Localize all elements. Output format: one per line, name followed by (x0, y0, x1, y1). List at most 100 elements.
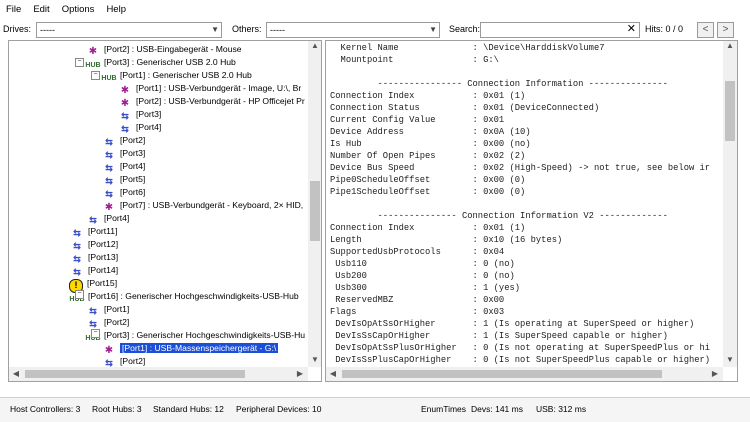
tree-node[interactable]: ! [Port15] (69, 277, 118, 293)
info-line: Mountpoint : G:\ (330, 55, 499, 65)
scroll-up-icon[interactable]: ▲ (308, 41, 321, 50)
tree-node[interactable]: HUB [Port16] : Generischer Hochgeschwindi… (69, 290, 299, 303)
status-enum-times: EnumTimes (421, 404, 467, 414)
drives-label: Drives: (3, 24, 32, 34)
tree-node[interactable]: HUB [Port3] : Generischer Hochgeschwindig… (85, 329, 305, 342)
menu-file[interactable]: File (0, 0, 27, 19)
tree-node[interactable]: ⇆[Port4] (85, 212, 129, 225)
info-line: Connection Status : 0x01 (DeviceConnecte… (330, 103, 600, 113)
scroll-right-icon[interactable]: ▶ (295, 369, 305, 378)
tree-node-label: [Port1] : Generischer USB 2.0 Hub (120, 70, 252, 80)
tree-node[interactable]: ⇆ [Port3] (101, 147, 145, 160)
tree-node[interactable]: ⇆[Port4] (117, 121, 161, 134)
info-line: Length : 0x10 (16 bytes) (330, 235, 563, 245)
collapse-toggle[interactable]: − (91, 71, 100, 80)
tree-node[interactable]: ✱ [Port2] : USB-Verbundgerät - HP Officej… (117, 95, 305, 109)
info-line: Is Hub : 0x00 (no) (330, 139, 531, 149)
info-line: DevIsSsPlusCapOrHigher : 0 (Is not Super… (330, 355, 711, 365)
tree-node-label: [Port16] : Generischer Hochgeschwindigke… (88, 291, 299, 301)
tree-node[interactable]: ⇆ [Port3] (117, 108, 161, 121)
status-host-controllers: Host Controllers: 3 (10, 404, 81, 414)
tree-node[interactable]: HUB [Port3] : Generischer USB 2.0 Hub (85, 56, 236, 69)
scroll-down-icon[interactable]: ▼ (723, 355, 737, 364)
tree-node[interactable]: ⇆ [Port2] (101, 134, 145, 147)
usb-port-icon: ⇆ (105, 189, 113, 199)
info-vertical-scrollbar[interactable]: ▲ ▼ (723, 41, 737, 367)
collapse-toggle[interactable]: − (75, 58, 84, 67)
usb-device-icon: ✱ (120, 98, 130, 109)
usb-port-icon: ⇆ (105, 163, 113, 173)
status-root-hubs: Root Hubs: 3 (92, 404, 142, 414)
tree-node-label: [Port6] (120, 187, 146, 197)
tree-node[interactable]: ✱ [Port1] : USB-Verbundgerät - Image, U:\… (117, 82, 301, 96)
tree-node[interactable]: ⇆ [Port5] (101, 173, 145, 186)
scroll-left-icon[interactable]: ◀ (328, 369, 338, 378)
info-line: Current Config Value : 0x01 (330, 115, 505, 125)
usb-port-icon: ⇆ (105, 137, 113, 147)
tree-node[interactable]: ⇆ [Port4] (101, 160, 145, 173)
tree-node[interactable]: ⇆ [Port11] (69, 225, 117, 238)
status-devs-time: Devs: 141 ms (471, 404, 523, 414)
info-vscroll-thumb[interactable] (725, 81, 735, 141)
tree-node[interactable]: HUB [Port1] : Generischer USB 2.0 Hub (101, 69, 252, 82)
usb-port-icon: ⇆ (73, 228, 81, 238)
tree-vscroll-thumb[interactable] (310, 181, 320, 241)
tree-node[interactable]: ✱ [Port2] : USB-Eingabegerät - Mouse (85, 43, 242, 57)
tree-node-label: [Port3] : Generischer USB 2.0 Hub (104, 57, 236, 67)
tree-node[interactable]: ⇆ [Port2] (85, 316, 129, 329)
device-tree[interactable]: ✱ [Port2] : USB-Eingabegerät - Mouse HUB [P… (8, 40, 322, 382)
tree-node[interactable]: ⇆ [Port12] (69, 238, 118, 251)
drives-select[interactable]: ----- ▼ (36, 22, 222, 38)
scroll-up-icon[interactable]: ▲ (723, 41, 737, 50)
usb-port-icon: ⇆ (121, 111, 129, 121)
tree-node[interactable]: ⇆ [Port13] (69, 251, 118, 264)
tree-node-label: [Port4] (136, 122, 162, 132)
collapse-toggle[interactable]: − (75, 290, 84, 299)
info-hscroll-thumb[interactable] (342, 370, 662, 378)
info-line: Usb300 : 1 (yes) (330, 283, 521, 293)
tree-node-label: [Port15] (87, 278, 118, 288)
tree-hscroll-thumb[interactable] (25, 370, 245, 378)
tree-node-label: [Port3] (136, 109, 162, 119)
status-peripheral-devices: Peripheral Devices: 10 (236, 404, 322, 414)
tree-node[interactable]: ⇆ [Port6] (101, 186, 145, 199)
info-line: --------------- Connection Information V… (330, 211, 668, 221)
hits-counter: Hits: 0 / 0 (645, 24, 684, 34)
info-line: ---------------- Connection Information … (330, 79, 668, 89)
menu-help[interactable]: Help (100, 0, 132, 19)
device-info-panel[interactable]: Kernel Name : \Device\HarddiskVolume7 Mo… (325, 40, 738, 382)
info-horizontal-scrollbar[interactable]: ◀ ▶ (326, 367, 723, 381)
search-input[interactable]: ✕ (480, 22, 640, 38)
info-line: Device Address : 0x0A (10) (330, 127, 531, 137)
tree-node[interactable]: ⇆ [Port14] (69, 264, 118, 277)
tree-node-label: [Port13] (88, 252, 119, 262)
scroll-right-icon[interactable]: ▶ (710, 369, 720, 378)
info-line: Connection Index : 0x01 (1) (330, 91, 526, 101)
tree-node[interactable]: ⇆ [Port1] (85, 303, 129, 316)
tree-node[interactable]: ✱ [Port7] : USB-Verbundgerät - Keyboard, … (101, 199, 303, 213)
usb-hub-icon: HUB (101, 75, 117, 82)
scroll-left-icon[interactable]: ◀ (11, 369, 21, 378)
tree-vertical-scrollbar[interactable]: ▲ ▼ (308, 41, 321, 367)
usb-port-icon: ⇆ (89, 319, 97, 329)
tree-node-label: [Port2] (120, 135, 146, 145)
collapse-toggle[interactable]: − (91, 329, 100, 338)
tree-node-label: [Port4] (120, 161, 146, 171)
clear-icon[interactable]: ✕ (627, 22, 636, 35)
scroll-down-icon[interactable]: ▼ (308, 355, 321, 364)
next-hit-button[interactable]: > (717, 22, 734, 38)
usb-device-icon: ✱ (88, 46, 98, 57)
tree-horizontal-scrollbar[interactable]: ◀ ▶ (9, 367, 308, 381)
tree-node[interactable]: ⇆[Port4] (101, 381, 145, 382)
tree-node-label: [Port1] : USB-Massenspeichergerät - G:\ (120, 343, 279, 353)
menu-edit[interactable]: Edit (27, 0, 55, 19)
previous-hit-button[interactable]: < (697, 22, 714, 38)
menu-options[interactable]: Options (56, 0, 101, 19)
others-select[interactable]: ----- ▼ (266, 22, 440, 38)
others-label: Others: (232, 24, 262, 34)
tree-node[interactable]: ✱ [Port1] : USB-Massenspeichergerät - G:\ (101, 342, 279, 356)
usb-device-icon: ✱ (120, 85, 130, 96)
status-usb-time: USB: 312 ms (536, 404, 587, 414)
tree-node-label: [Port2] : USB-Verbundgerät - HP Officeje… (136, 96, 305, 106)
others-select-value: ----- (270, 25, 285, 35)
